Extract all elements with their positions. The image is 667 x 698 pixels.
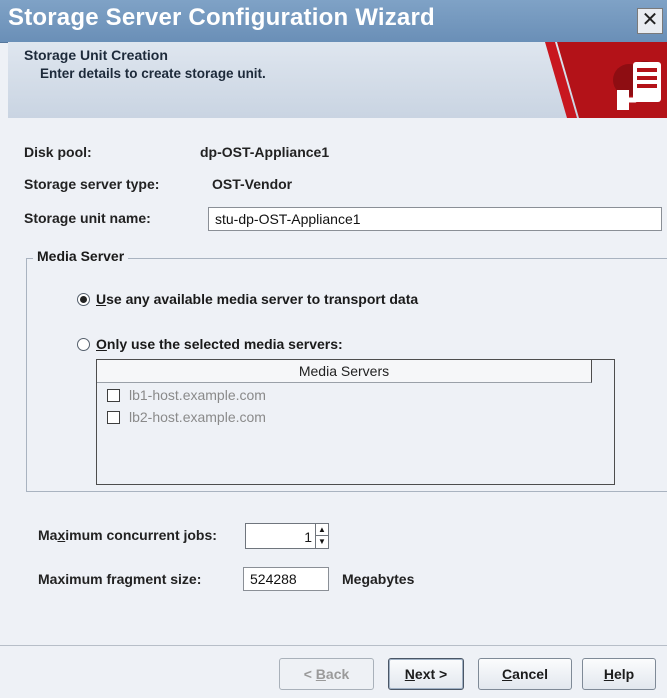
back-button[interactable]: < Back xyxy=(279,658,374,690)
server-name: lb2-host.example.com xyxy=(129,409,266,425)
header-title: Storage Unit Creation xyxy=(24,47,168,63)
spinner-up-icon[interactable]: ▲ xyxy=(316,524,328,536)
server-type-label: Storage server type: xyxy=(24,176,160,192)
fragment-size-input[interactable]: 524288 xyxy=(243,567,329,591)
table-row[interactable]: lb2-host.example.com xyxy=(107,409,266,425)
accel-o: O xyxy=(96,336,107,352)
radio-any-media-server[interactable]: Use any available media server to transp… xyxy=(77,291,418,307)
server-type-value: OST-Vendor xyxy=(212,176,293,192)
radio-selected-label: nly use the selected media servers: xyxy=(106,336,343,352)
media-server-group-title: Media Server xyxy=(33,248,129,264)
checkbox-icon[interactable] xyxy=(107,388,120,402)
window-title: Storage Server Configuration Wizard xyxy=(8,4,435,31)
title-bar: Storage Server Configuration Wizard ✕ xyxy=(0,0,667,43)
fragment-unit-label: Megabytes xyxy=(342,571,415,587)
table-row[interactable]: lb1-host.example.com xyxy=(107,387,266,403)
max-jobs-value[interactable]: 1 xyxy=(304,529,312,545)
radio-selected-media-servers[interactable]: Only use the selected media servers: xyxy=(77,336,343,352)
media-servers-header: Media Servers xyxy=(97,360,592,383)
media-servers-table[interactable]: Media Servers lb1-host.example.com lb2-h… xyxy=(96,359,615,485)
checkbox-icon[interactable] xyxy=(107,410,120,424)
close-button[interactable]: ✕ xyxy=(637,8,663,34)
server-name: lb1-host.example.com xyxy=(129,387,266,403)
spinner-down-icon[interactable]: ▼ xyxy=(316,536,328,548)
spinner-buttons[interactable]: ▲ ▼ xyxy=(315,524,328,548)
storage-unit-name-input[interactable]: stu-dp-OST-Appliance1 xyxy=(208,207,662,231)
radio-selected-icon xyxy=(77,292,90,306)
button-bar: < Back Next > Cancel Help xyxy=(0,645,667,698)
radio-unselected-icon xyxy=(77,337,90,351)
fragment-size-label: Maximum fragment size: xyxy=(38,571,202,587)
disk-pool-value: dp-OST-Appliance1 xyxy=(200,144,330,160)
close-icon: ✕ xyxy=(641,9,659,31)
max-jobs-label: Maximum concurrent jobs: xyxy=(38,527,217,543)
max-jobs-spinner[interactable]: 1 ▲ ▼ xyxy=(245,523,329,549)
cancel-button[interactable]: Cancel xyxy=(478,658,572,690)
disk-pool-label: Disk pool: xyxy=(24,144,92,160)
storage-unit-graphic-icon xyxy=(545,42,667,118)
header-subtitle: Enter details to create storage unit. xyxy=(40,66,266,81)
next-button[interactable]: Next > xyxy=(388,658,464,690)
wizard-content: Disk pool: dp-OST-Appliance1 Storage ser… xyxy=(8,118,667,645)
wizard-header: Storage Unit Creation Enter details to c… xyxy=(8,42,667,118)
radio-any-label: se any available media server to transpo… xyxy=(106,291,419,307)
accel-u: U xyxy=(96,291,107,307)
unit-name-label: Storage unit name: xyxy=(24,210,151,226)
help-button[interactable]: Help xyxy=(582,658,656,690)
